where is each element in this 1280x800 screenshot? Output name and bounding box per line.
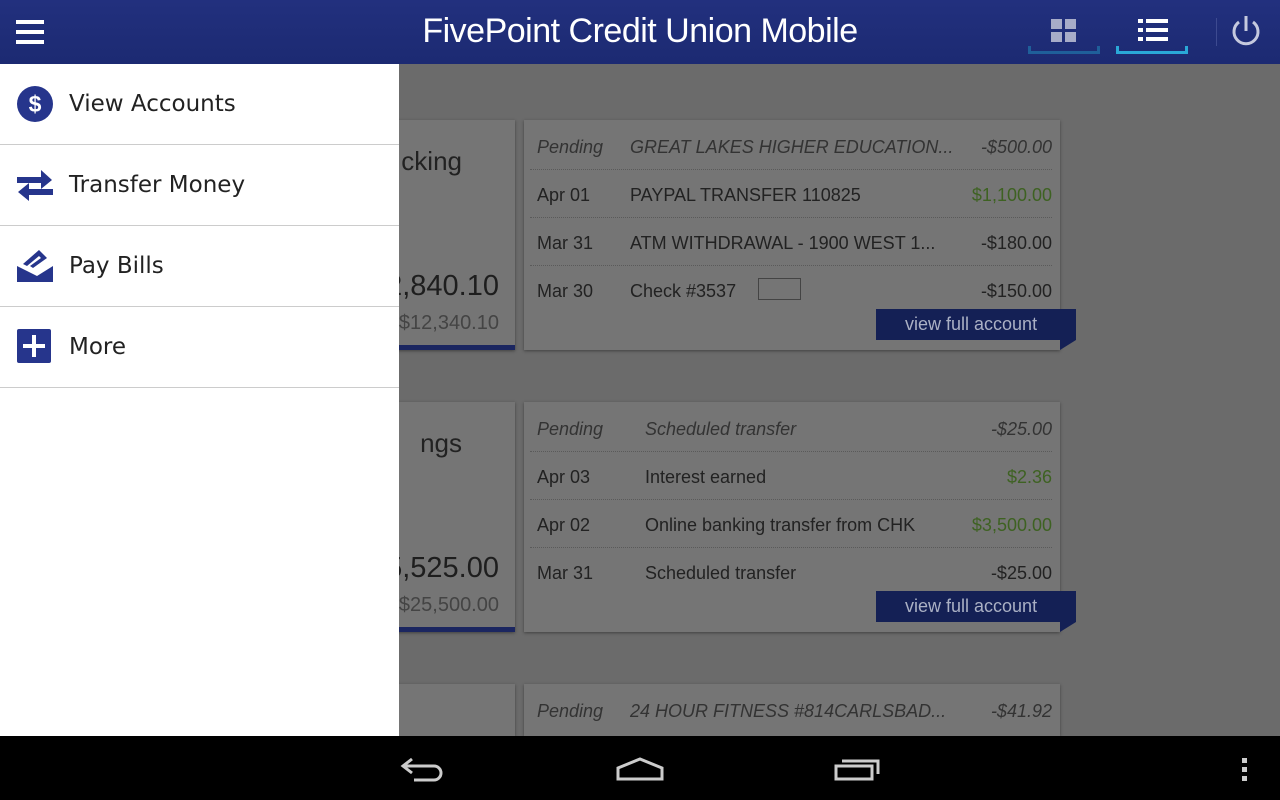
available-balance: $12,340.10 [398,312,499,334]
transaction-row[interactable]: Pending GREAT LAKES HIGHER EDUCATION... -$… [530,122,1052,170]
transaction-row[interactable]: Pending 24 HOUR FITNESS #814CARLSBAD... -$… [530,686,1052,734]
sidebar-item-more[interactable]: More [0,307,399,388]
transfer-arrows-icon [17,170,53,201]
grid-view-icon [1051,19,1076,42]
account-name: ngs [420,428,462,458]
sidebar-item-pay-bills[interactable]: Pay Bills [0,226,399,307]
sidebar-item-label: More [69,334,127,360]
account-balance: 5,525.00 [386,552,499,584]
list-view-icon [1138,19,1168,41]
app-header: FivePoint Credit Union Mobile [0,0,1280,64]
system-navigation-bar [0,736,1280,800]
pay-bills-icon [17,250,53,282]
navigation-drawer: $ View Accounts Transfer Money Pay Bills… [0,64,399,736]
dollar-circle-icon: $ [17,86,53,122]
transaction-row[interactable]: Mar 31 ATM WITHDRAWAL - 1900 WEST 1... -$1… [530,218,1052,266]
sidebar-item-view-accounts[interactable]: $ View Accounts [0,64,399,145]
transaction-row[interactable]: Pending Scheduled transfer -$25.00 [530,404,1052,452]
sidebar-item-label: Transfer Money [69,172,246,198]
transactions-card: Pending 24 HOUR FITNESS #814CARLSBAD... -$… [524,684,1060,736]
transactions-card: Pending GREAT LAKES HIGHER EDUCATION... -$… [524,120,1076,350]
sidebar-item-label: Pay Bills [69,253,164,279]
sidebar-item-label: View Accounts [69,91,236,117]
svg-text:$: $ [29,91,42,117]
grid-view-button[interactable] [1028,14,1100,54]
divider [1216,18,1217,46]
sidebar-item-transfer-money[interactable]: Transfer Money [0,145,399,226]
overflow-menu-icon[interactable] [1240,758,1250,784]
transaction-row[interactable]: Apr 03 Interest earned $2.36 [530,452,1052,500]
transaction-row[interactable]: Apr 01 PAYPAL TRANSFER 110825 $1,100.00 [530,170,1052,218]
plus-square-icon [17,329,51,363]
transaction-row[interactable]: Mar 31 Scheduled transfer -$25.00 [530,548,1052,596]
check-image-icon[interactable] [758,278,802,301]
view-full-account-button[interactable]: view full account [876,591,1076,632]
available-balance: $25,500.00 [398,594,499,616]
transaction-row[interactable]: Mar 30 Check #3537 -$150.00 [530,266,1052,314]
back-icon[interactable] [400,756,448,782]
account-balance: 2,840.10 [386,270,499,302]
list-view-button[interactable] [1116,14,1188,54]
view-full-account-button[interactable]: view full account [876,309,1076,350]
recent-apps-icon[interactable] [832,756,882,782]
transaction-row[interactable]: Apr 02 Online banking transfer from CHK $3… [530,500,1052,548]
power-icon[interactable] [1230,14,1262,48]
transactions-card: Pending Scheduled transfer -$25.00 Apr 03 I… [524,402,1076,632]
account-name: cking [401,146,462,176]
home-icon[interactable] [615,756,665,782]
